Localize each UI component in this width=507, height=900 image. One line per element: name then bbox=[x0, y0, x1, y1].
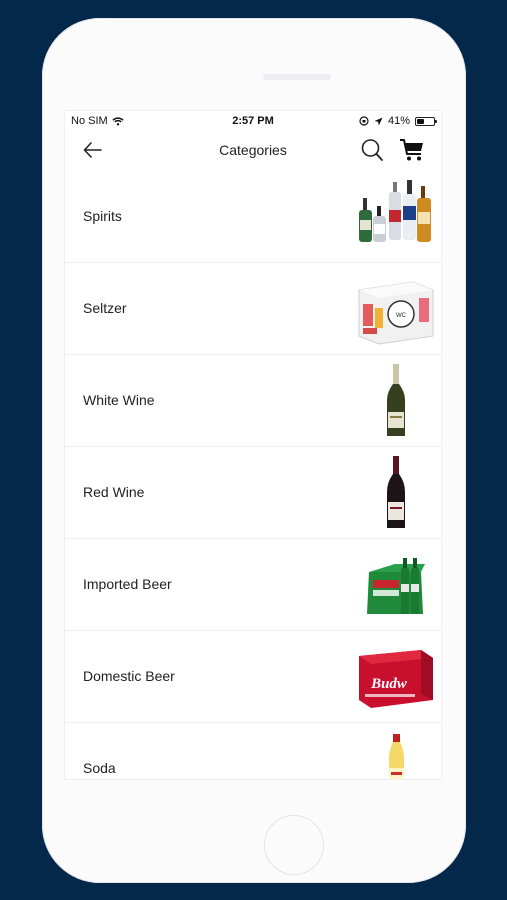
category-label: Seltzer bbox=[83, 300, 127, 316]
category-label: Imported Beer bbox=[83, 576, 172, 592]
search-icon[interactable] bbox=[360, 137, 384, 163]
category-row-red-wine[interactable]: Red Wine bbox=[65, 447, 441, 539]
domestic-beer-case-image: Budw bbox=[359, 650, 433, 708]
category-label: Spirits bbox=[83, 208, 122, 224]
imported-beer-pack-image bbox=[367, 558, 425, 614]
battery-fill bbox=[417, 118, 424, 124]
nav-bar: Categories bbox=[65, 131, 441, 171]
seltzer-cans-image: WC bbox=[358, 281, 434, 345]
cart-icon[interactable] bbox=[399, 137, 425, 163]
category-list: Spirits Seltzer WC White Wine Red Wine I… bbox=[65, 171, 441, 779]
red-wine-bottle-image bbox=[387, 456, 405, 528]
battery-icon bbox=[415, 116, 437, 126]
soda-bottle-image bbox=[389, 734, 404, 779]
category-row-domestic-beer[interactable]: Domestic Beer Budw bbox=[65, 631, 441, 723]
category-label: Domestic Beer bbox=[83, 668, 175, 684]
category-row-spirits[interactable]: Spirits bbox=[65, 171, 441, 263]
battery-percent: 41% bbox=[387, 115, 410, 127]
category-row-white-wine[interactable]: White Wine bbox=[65, 355, 441, 447]
home-button[interactable] bbox=[264, 815, 324, 875]
category-label: Red Wine bbox=[83, 484, 145, 500]
category-row-soda[interactable]: Soda bbox=[65, 723, 441, 779]
category-label: White Wine bbox=[83, 392, 155, 408]
svg-text:WC: WC bbox=[396, 313, 407, 319]
phone-speaker bbox=[263, 74, 331, 80]
status-bar: No SIM 2:57 PM 41% bbox=[65, 111, 441, 131]
spirits-bottles-image bbox=[359, 180, 431, 242]
page-title: Categories bbox=[219, 142, 287, 158]
orientation-lock-icon bbox=[359, 116, 369, 126]
location-icon bbox=[374, 117, 383, 125]
app-screen: No SIM 2:57 PM 41% Categories Spirits Se… bbox=[65, 111, 441, 779]
status-right: 41% bbox=[359, 115, 437, 127]
category-row-seltzer[interactable]: Seltzer WC bbox=[65, 263, 441, 355]
category-label: Soda bbox=[83, 760, 116, 776]
white-wine-bottle-image bbox=[387, 364, 405, 436]
svg-text:Budw: Budw bbox=[370, 676, 408, 692]
category-row-imported-beer[interactable]: Imported Beer bbox=[65, 539, 441, 631]
